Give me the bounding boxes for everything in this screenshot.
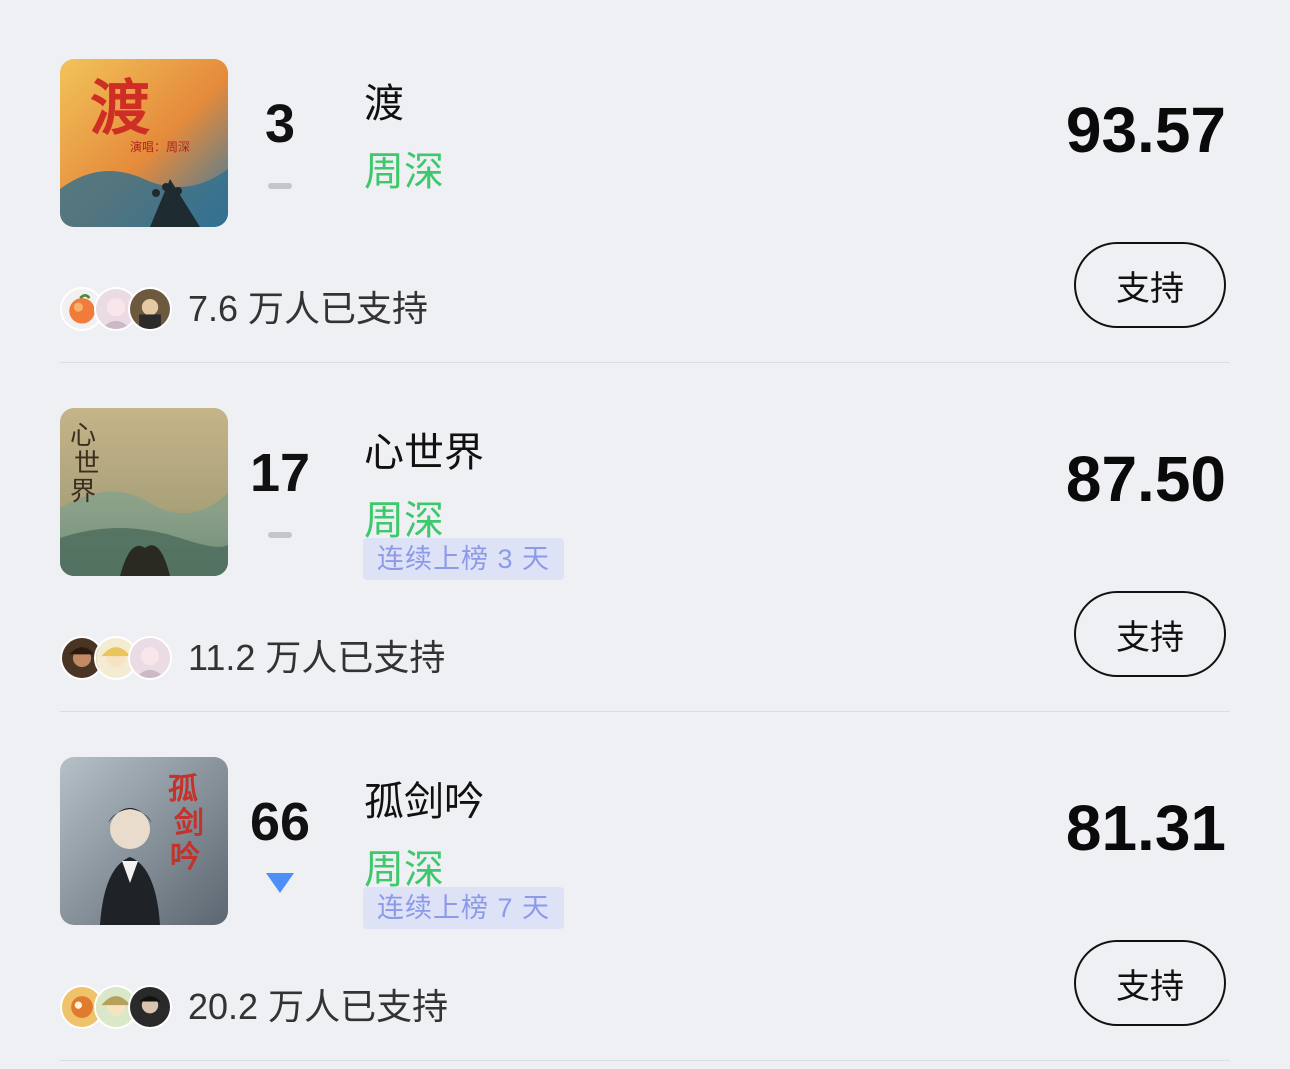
- svg-text:世: 世: [74, 449, 100, 479]
- svg-text:吟: 吟: [170, 840, 200, 875]
- supporters-row: 11.2 万人已支持: [60, 631, 445, 685]
- trend-down-icon: [266, 873, 294, 893]
- chart-list: 渡 演唱：周深 3 渡 周深 93.57 支持 7.6 万人已支持 心 世 界 …: [0, 0, 1290, 1069]
- svg-text:剑: 剑: [174, 806, 204, 841]
- song-title[interactable]: 心世界: [364, 429, 484, 477]
- streak-badge: 连续上榜 3 天: [363, 538, 565, 580]
- support-button[interactable]: 支持: [1074, 242, 1226, 328]
- song-title[interactable]: 孤剑吟: [364, 778, 484, 826]
- list-item[interactable]: 心 世 界 17 心世界 周深 连续上榜 3 天 87.50 支持 11.2 万…: [0, 349, 1290, 712]
- song-title[interactable]: 渡: [364, 80, 404, 128]
- rank-number: 17: [249, 443, 311, 503]
- support-button[interactable]: 支持: [1074, 591, 1226, 677]
- score-value: 87.50: [1065, 443, 1226, 515]
- trend-flat-icon: [268, 532, 292, 538]
- avatar: [128, 636, 172, 680]
- supporters-row: 7.6 万人已支持: [60, 282, 428, 336]
- artist-name[interactable]: 周深: [364, 148, 444, 196]
- trend-flat-icon: [268, 183, 292, 189]
- avatar: [128, 287, 172, 331]
- svg-text:演唱：周深: 演唱：周深: [130, 139, 190, 154]
- list-item[interactable]: 渡 演唱：周深 3 渡 周深 93.57 支持 7.6 万人已支持: [0, 0, 1290, 363]
- supporter-avatars: [60, 634, 176, 682]
- svg-text:孤: 孤: [168, 772, 198, 807]
- svg-text:心: 心: [70, 421, 96, 451]
- supporters-count: 11.2 万人已支持: [188, 637, 446, 678]
- score-value: 93.57: [1065, 94, 1226, 166]
- rank-number: 3: [264, 94, 296, 154]
- supporters-row: 20.2 万人已支持: [60, 980, 448, 1034]
- divider: [60, 1060, 1230, 1061]
- supporter-avatars: [60, 983, 176, 1031]
- svg-text:界: 界: [70, 477, 96, 507]
- rank-number: 66: [249, 792, 311, 852]
- supporters-count: 20.2 万人已支持: [188, 986, 449, 1027]
- album-cover[interactable]: 心 世 界: [60, 408, 228, 576]
- streak-badge: 连续上榜 7 天: [363, 887, 565, 929]
- svg-text:渡: 渡: [90, 74, 150, 144]
- supporter-avatars: [60, 285, 176, 333]
- supporters-count: 7.6 万人已支持: [188, 288, 429, 329]
- avatar: [128, 985, 172, 1029]
- album-cover[interactable]: 渡 演唱：周深: [60, 59, 228, 227]
- album-cover[interactable]: 孤 剑 吟: [60, 757, 228, 925]
- list-item[interactable]: 孤 剑 吟 66 孤剑吟 周深 连续上榜 7 天 81.31 支持 20.2 万…: [0, 698, 1290, 1061]
- score-value: 81.31: [1065, 792, 1226, 864]
- support-button[interactable]: 支持: [1074, 940, 1226, 1026]
